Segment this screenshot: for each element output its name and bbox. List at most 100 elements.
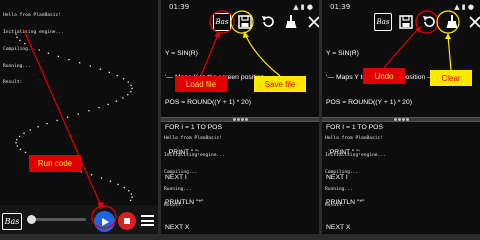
code-line: POS = ROUND((Y + 1) * 20) (326, 99, 412, 107)
play-button[interactable] (94, 211, 115, 232)
console-line: Compiling... (3, 46, 37, 52)
clear-button[interactable] (443, 13, 461, 31)
output-dot (24, 151, 27, 154)
undo-button[interactable] (259, 13, 277, 31)
save-file-annotation: Save file (254, 76, 306, 92)
output-dot (15, 142, 17, 144)
console-line: Result: (325, 203, 345, 209)
output-dot (115, 100, 118, 102)
editor-toolbar: Bas (213, 12, 319, 32)
clear-broom-icon (446, 15, 458, 28)
output-dot (123, 186, 126, 189)
play-icon (101, 217, 109, 226)
undo-icon (423, 16, 435, 28)
menu-icon (141, 215, 154, 217)
console-line: Initialising engine... (325, 152, 386, 158)
undo-annotation: Undo (363, 68, 405, 84)
status-icons: ▲ ▮ ● (454, 3, 474, 11)
clear-annotation: Clear (430, 70, 472, 86)
status-time: 01:39 (330, 3, 351, 11)
console-line: Initialising engine... (164, 152, 225, 158)
editor-panel-undo-clear: 01:39 ▲ ▮ ● Bas Y = SIN(R) '— Maps Y to … (322, 0, 480, 234)
output-dot (23, 132, 25, 134)
output-dot (127, 94, 129, 96)
console-line: Hello from PlanBasic! (325, 136, 384, 142)
output-dot (16, 138, 18, 141)
console-line: Running... (325, 186, 353, 192)
console-line: Result: (3, 80, 23, 86)
split-divider-handle[interactable] (322, 117, 480, 122)
output-dot (128, 190, 130, 192)
save-file-button[interactable] (236, 13, 254, 31)
output-dot (68, 58, 70, 61)
split-divider-handle[interactable] (161, 117, 319, 122)
save-icon (399, 15, 413, 29)
output-dot (56, 119, 58, 122)
code-line: POS = ROUND((Y + 1) * 20) (165, 99, 251, 107)
output-dot (90, 174, 93, 176)
undo-button[interactable] (420, 13, 438, 31)
console-line: Hello from PlanBasic! (3, 13, 62, 19)
code-line: NEXT X (326, 223, 351, 231)
output-dot (122, 78, 125, 80)
console-output: Hello from PlanBasic! Initialising engin… (164, 125, 225, 220)
output-dot (117, 183, 119, 186)
output-dot (129, 199, 132, 202)
output-dot (131, 196, 133, 198)
output-dot (109, 180, 112, 182)
output-dot (29, 129, 32, 131)
save-file-button[interactable] (397, 13, 415, 31)
close-icon (469, 16, 480, 28)
stop-button[interactable] (118, 212, 136, 230)
output-dot (107, 103, 109, 106)
load-file-annotation: Load file (175, 76, 227, 92)
code-line: Y = SIN(R) (326, 49, 359, 57)
load-file-button[interactable]: Bas (374, 13, 392, 31)
close-button[interactable] (305, 13, 319, 31)
speed-slider-track[interactable] (30, 218, 86, 221)
output-dot (18, 135, 21, 138)
output-screen-panel: Hello from PlanBasic! Initialising engin… (0, 0, 158, 234)
undo-icon (262, 16, 274, 28)
output-dot (108, 71, 111, 74)
output-dot (66, 116, 69, 118)
output-dot (16, 145, 19, 147)
console-line: Running... (3, 63, 31, 69)
output-dot (116, 74, 118, 77)
console-line: Running... (164, 186, 192, 192)
output-dot (99, 68, 102, 70)
status-time: 01:39 (169, 3, 190, 11)
clear-broom-icon (285, 15, 297, 28)
run-code-annotation: Run code (29, 155, 81, 172)
status-icons: ▲ ▮ ● (293, 3, 313, 11)
close-button[interactable] (466, 13, 480, 31)
output-dot (77, 113, 80, 115)
output-dot (78, 62, 81, 64)
code-line: Y = SIN(R) (165, 49, 198, 57)
output-dot (130, 90, 132, 93)
editor-panel-load-save: 01:39 ▲ ▮ ● Bas Y = SIN(R) '— Maps Y to … (161, 0, 319, 234)
output-dot (46, 122, 48, 125)
console-line: Compiling... (164, 169, 198, 175)
output-dot (37, 126, 39, 128)
console-line: Compiling... (325, 169, 359, 175)
console-line: Result: (164, 203, 184, 209)
load-file-button[interactable]: Bas (213, 13, 231, 31)
editor-toolbar: Bas (374, 12, 480, 32)
output-dot (122, 97, 124, 99)
console-output: Hello from PlanBasic! Initialising engin… (325, 125, 386, 220)
close-icon (308, 16, 319, 28)
clear-button[interactable] (282, 13, 300, 31)
output-dot (98, 106, 100, 109)
console-output: Hello from PlanBasic! Initialising engin… (3, 2, 64, 97)
output-dot (88, 110, 90, 112)
stop-icon (124, 218, 130, 224)
save-icon (238, 15, 252, 29)
output-dot (19, 148, 22, 150)
speed-slider-knob[interactable] (27, 215, 36, 224)
menu-button[interactable] (141, 215, 154, 226)
console-line: Initialising engine... (3, 29, 64, 35)
app-logo[interactable]: Bas (2, 213, 22, 230)
output-dot (130, 84, 132, 86)
output-dot (131, 87, 133, 90)
